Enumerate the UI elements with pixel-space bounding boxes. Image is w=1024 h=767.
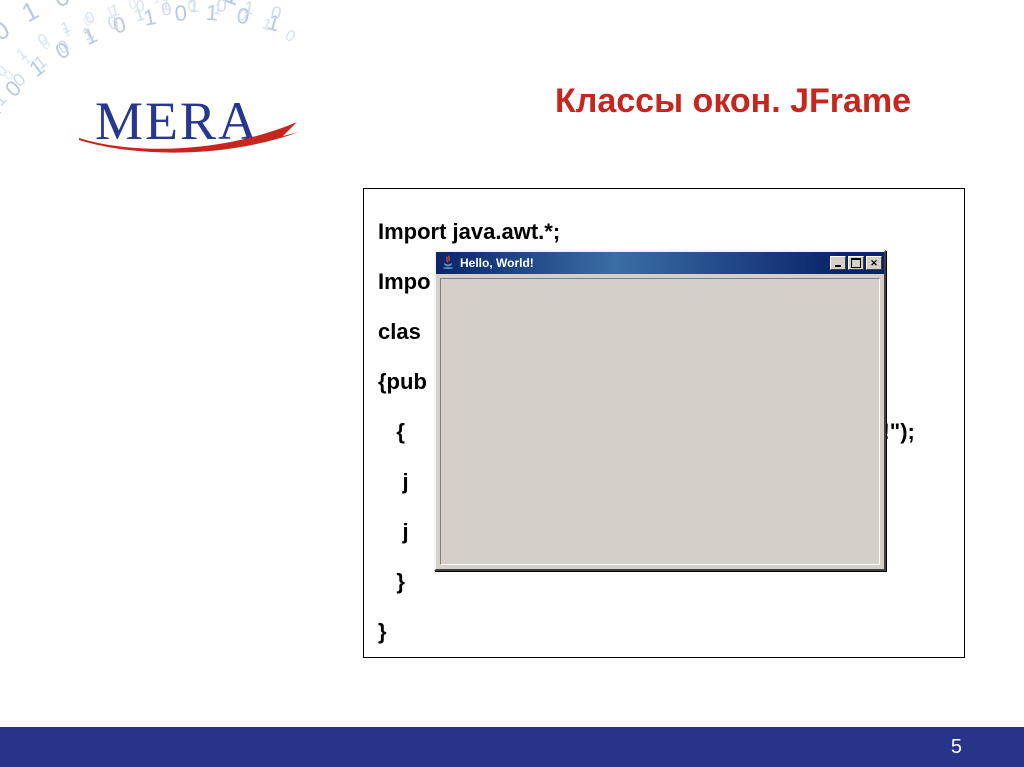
java-cup-icon [440, 255, 456, 271]
java-window[interactable]: Hello, World! ✕ [434, 250, 886, 571]
window-buttons: ✕ [830, 256, 882, 270]
svg-text:0 1 0 1 0 1 0 1 0 1 0 1 0 1 0: 0 1 0 1 0 1 0 1 0 1 0 1 0 1 0 1 0 1 0 1 [0, 0, 251, 416]
svg-text:1 0 1 0 1 0 1 0 1 0 1 0 1 0 1: 1 0 1 0 1 0 1 0 1 0 1 0 1 0 1 0 1 0 1 0 … [0, 0, 303, 429]
footer-bar: 5 [0, 727, 1024, 767]
logo-swoosh-icon [77, 118, 307, 158]
svg-text:0 1 0 1 0 1 0 1 0 1 0 1 0 1 0: 0 1 0 1 0 1 0 1 0 1 0 1 0 1 0 1 0 1 0 1 … [0, 0, 301, 387]
minimize-button[interactable] [830, 256, 846, 270]
svg-text:1 0 1 0 1 0 1 0 1 0 1 0 1 0 1: 1 0 1 0 1 0 1 0 1 0 1 0 1 0 1 0 1 0 1 0 … [0, 0, 289, 364]
window-content [442, 280, 878, 563]
window-title: Hello, World! [460, 256, 830, 270]
code-line: } [378, 607, 950, 657]
close-button[interactable]: ✕ [866, 256, 882, 270]
slide: 0 1 0 1 0 1 0 1 0 1 0 1 0 1 0 1 0 1 0 1 … [0, 0, 1024, 767]
slide-title: Классы окон. JFrame [555, 82, 911, 121]
window-titlebar[interactable]: Hello, World! ✕ [436, 252, 884, 274]
mera-logo: MERA [95, 90, 259, 152]
maximize-button[interactable] [848, 256, 864, 270]
window-client-area [440, 278, 880, 565]
page-number: 5 [951, 736, 962, 759]
svg-text:0 1 0 1 0 1 0 1 0 1 0 1 0 1 0: 0 1 0 1 0 1 0 1 0 1 0 1 0 1 0 1 0 1 0 1 … [0, 0, 263, 342]
